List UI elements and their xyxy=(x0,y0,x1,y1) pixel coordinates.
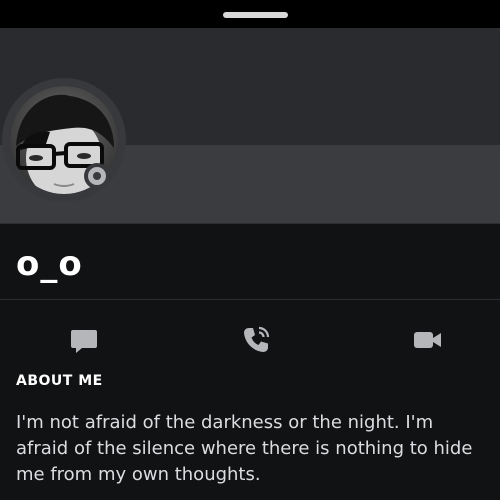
sheet-top-bar xyxy=(0,0,500,28)
video-call-icon xyxy=(414,332,441,348)
display-name: o_o xyxy=(16,244,83,284)
divider xyxy=(0,299,500,300)
video-call-button[interactable] xyxy=(409,322,445,358)
message-icon xyxy=(71,330,97,353)
about-me-heading: ABOUT ME xyxy=(16,373,103,389)
profile-sheet: o_o ABOUT ME I'm not afraid of the darkn… xyxy=(0,0,500,500)
voice-call-icon xyxy=(244,326,270,352)
about-me-text: I'm not afraid of the darkness or the ni… xyxy=(16,412,473,485)
voice-call-button[interactable] xyxy=(238,322,274,358)
message-button[interactable] xyxy=(66,322,102,358)
sheet-drag-handle[interactable] xyxy=(223,12,288,18)
idle-status-icon xyxy=(84,163,110,189)
